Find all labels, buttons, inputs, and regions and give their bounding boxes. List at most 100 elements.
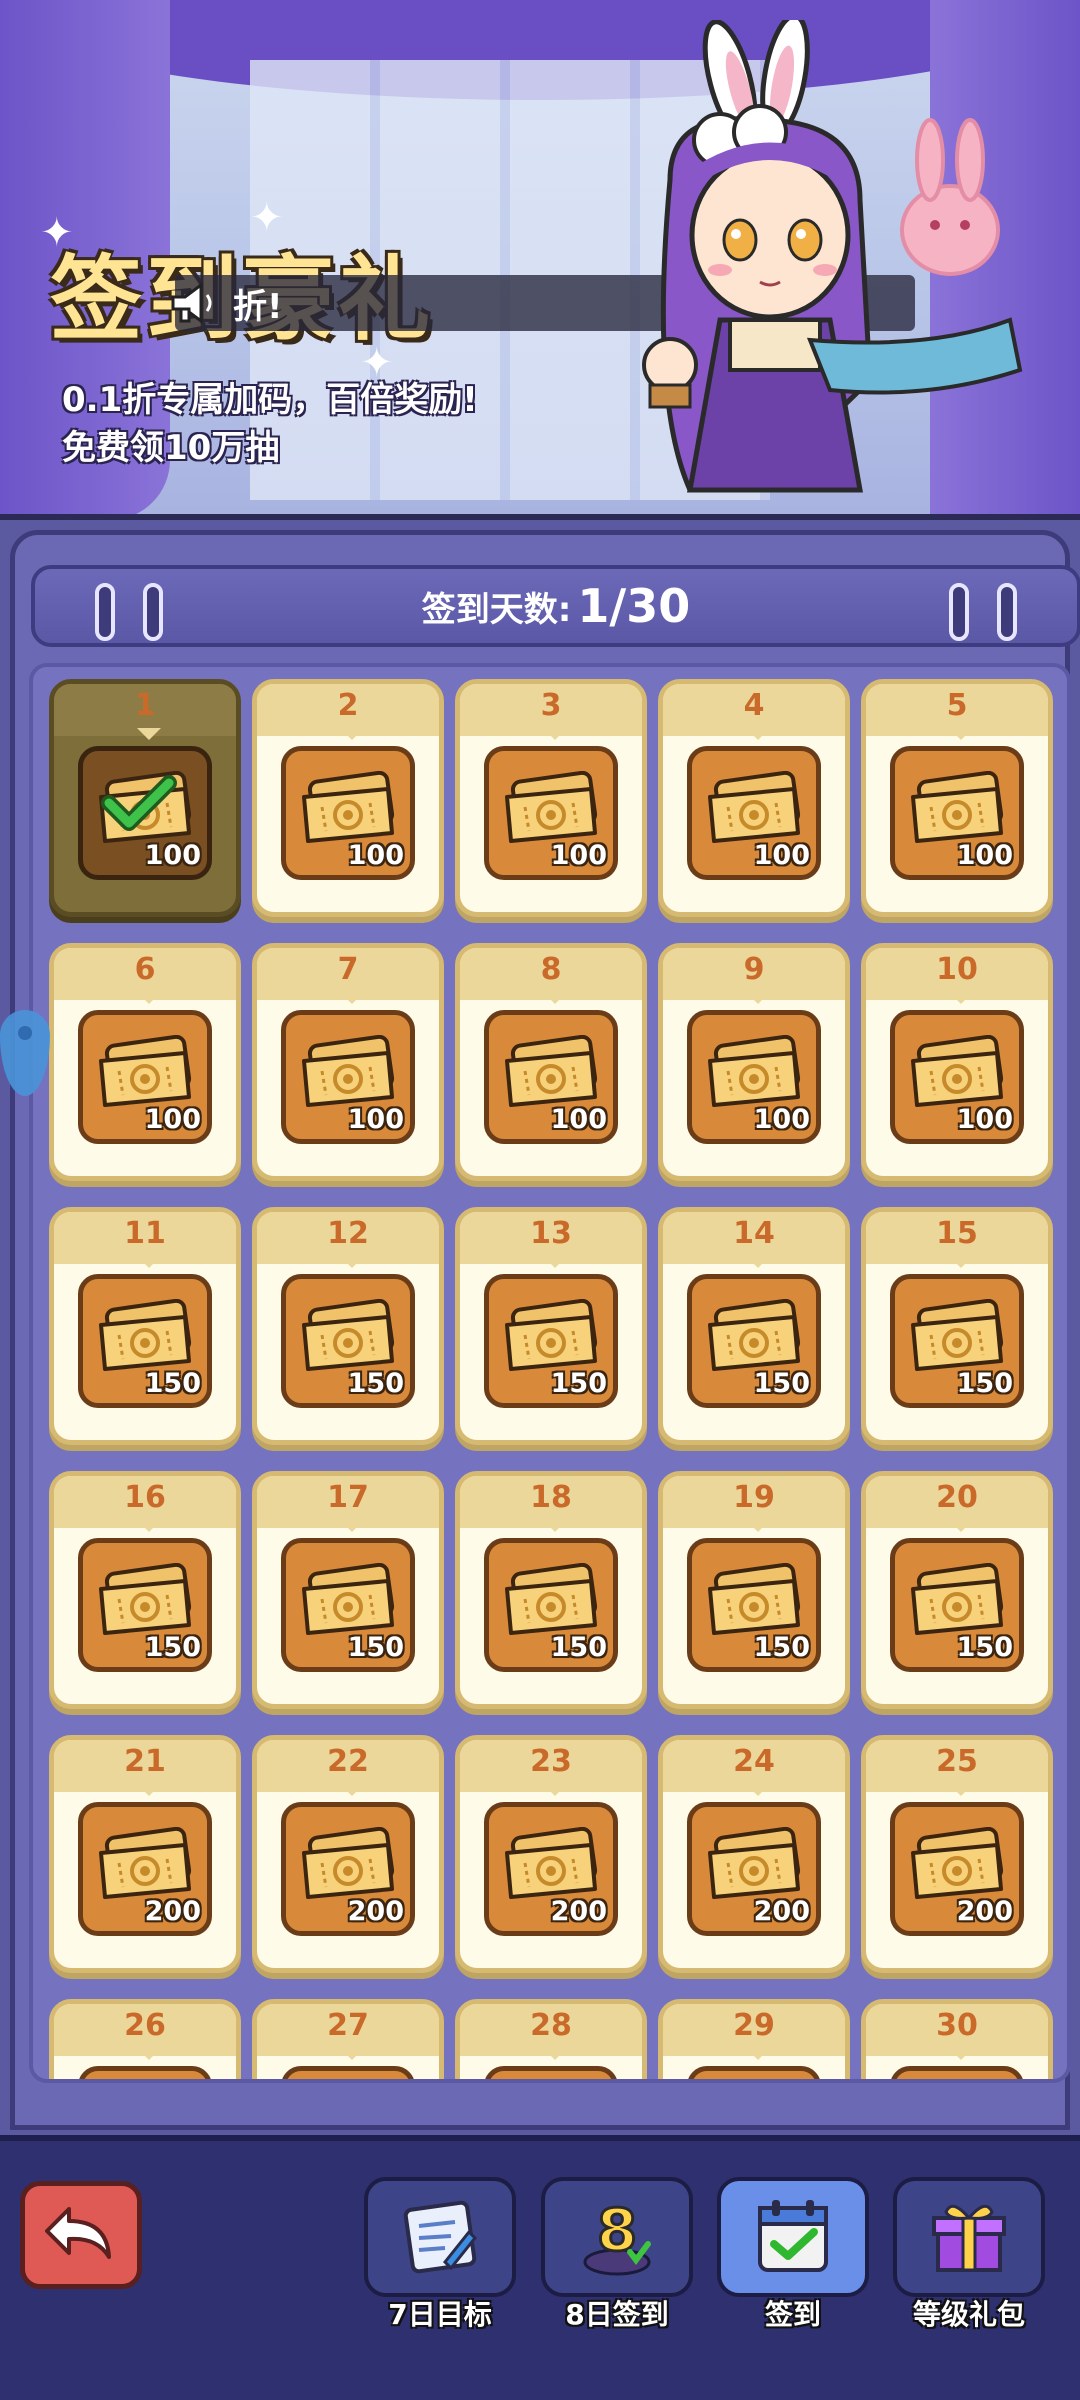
day-cell-25[interactable]: 25 200 [861, 1735, 1053, 1973]
reward-quantity: 150 [753, 1368, 810, 1399]
ticket-icon [702, 1298, 812, 1379]
ticket-icon [702, 1826, 812, 1907]
day-cell-notch [137, 728, 161, 740]
day-cell-15[interactable]: 15 150 [861, 1207, 1053, 1445]
binder-ring [143, 583, 163, 641]
back-arrow-icon [45, 2207, 111, 2259]
day-number: 25 [936, 1744, 978, 1779]
day-cell-23[interactable]: 23 200 [455, 1735, 647, 1973]
day-number: 2 [337, 688, 359, 723]
day-cell-notch [340, 1256, 364, 1268]
nav-7-day-goal-button[interactable] [364, 2177, 516, 2297]
day-cell-28[interactable]: 28 [455, 1999, 647, 2079]
reward-box: 100 [687, 1010, 821, 1144]
day-cell-18[interactable]: 18 150 [455, 1471, 647, 1709]
day-cell-7[interactable]: 7 100 [252, 943, 444, 1181]
day-cell-30[interactable]: 30 [861, 1999, 1053, 2079]
day-cell-26[interactable]: 26 [49, 1999, 241, 2079]
reward-box [484, 2066, 618, 2079]
day-number: 18 [530, 1480, 572, 1515]
day-cell-29[interactable]: 29 [658, 1999, 850, 2079]
day-cell-13[interactable]: 13 150 [455, 1207, 647, 1445]
day-cell-12[interactable]: 12 150 [252, 1207, 444, 1445]
day-number: 22 [327, 1744, 369, 1779]
nav-8-day-checkin-button[interactable]: 8 [541, 2177, 693, 2297]
reward-box: 150 [890, 1538, 1024, 1672]
reward-quantity: 200 [550, 1896, 607, 1927]
discount-text: 折! [233, 286, 283, 327]
reward-quantity: 100 [550, 1104, 607, 1135]
day-cell-notch [543, 992, 567, 1004]
ticket-icon [499, 1826, 609, 1907]
check-in-header: 签到天数: 1/30 [31, 565, 1080, 647]
reward-box [687, 2066, 821, 2079]
check-in-days-count: 1/30 [577, 579, 691, 633]
day-cell-5[interactable]: 5 100 [861, 679, 1053, 917]
reward-box: 150 [687, 1274, 821, 1408]
day-cell-14[interactable]: 14 150 [658, 1207, 850, 1445]
day-cell-19[interactable]: 19 150 [658, 1471, 850, 1709]
reward-quantity: 100 [347, 840, 404, 871]
ticket-icon [296, 1562, 406, 1643]
banner-subtitle-2: 免费领10万抽 [62, 428, 280, 468]
reward-box: 100 [281, 746, 415, 880]
reward-quantity: 100 [956, 840, 1013, 871]
binder-ring [95, 583, 115, 641]
day-number: 27 [327, 2008, 369, 2043]
day-cell-notch [746, 1520, 770, 1532]
day-cell-notch [137, 1784, 161, 1796]
day-cell-22[interactable]: 22 200 [252, 1735, 444, 1973]
ticket-icon [93, 1826, 203, 1907]
back-button[interactable] [20, 2181, 142, 2289]
reward-box [78, 2066, 212, 2079]
day-cell-1[interactable]: 1 100 [49, 679, 241, 917]
day-cell-27[interactable]: 27 [252, 1999, 444, 2079]
day-cell-notch [543, 1520, 567, 1532]
reward-quantity: 100 [144, 1104, 201, 1135]
reward-quantity: 150 [550, 1632, 607, 1663]
day-cell-notch [543, 1784, 567, 1796]
bunny-girl-character-illustration [642, 20, 1023, 493]
nav-checkin-button[interactable] [717, 2177, 869, 2297]
reward-box: 100 [890, 1010, 1024, 1144]
reward-box: 150 [687, 1538, 821, 1672]
day-number: 21 [124, 1744, 166, 1779]
day-cell-8[interactable]: 8 100 [455, 943, 647, 1181]
reward-quantity: 200 [144, 1896, 201, 1927]
day-cell-9[interactable]: 9 100 [658, 943, 850, 1181]
day-cell-17[interactable]: 17 150 [252, 1471, 444, 1709]
bottom-nav: 7日目标 8 8日签到 签到 等级礼包 [0, 2135, 1080, 2400]
day-cell-20[interactable]: 20 150 [861, 1471, 1053, 1709]
reward-box: 150 [484, 1274, 618, 1408]
day-cell-11[interactable]: 11 150 [49, 1207, 241, 1445]
ticket-icon [499, 1034, 609, 1115]
day-cell-10[interactable]: 10 100 [861, 943, 1053, 1181]
day-number: 7 [337, 952, 359, 987]
reward-quantity: 150 [347, 1632, 404, 1663]
reward-box: 200 [890, 1802, 1024, 1936]
number-8-badge-icon: 8 [583, 2195, 651, 2276]
day-cell-2[interactable]: 2 100 [252, 679, 444, 917]
check-icon [101, 773, 177, 833]
day-number: 30 [936, 2008, 978, 2043]
day-cell-6[interactable]: 6 100 [49, 943, 241, 1181]
day-number: 16 [124, 1480, 166, 1515]
nav-level-gift-button[interactable] [893, 2177, 1045, 2297]
ticket-icon [499, 1562, 609, 1643]
reward-quantity: 100 [550, 840, 607, 871]
ticket-icon [296, 1034, 406, 1115]
reward-box: 200 [78, 1802, 212, 1936]
day-cell-4[interactable]: 4 100 [658, 679, 850, 917]
reward-quantity: 200 [347, 1896, 404, 1927]
reward-quantity: 150 [956, 1632, 1013, 1663]
day-cell-21[interactable]: 21 200 [49, 1735, 241, 1973]
reward-quantity: 150 [144, 1368, 201, 1399]
day-number: 28 [530, 2008, 572, 2043]
calendar-check-icon [758, 2200, 828, 2272]
day-cell-24[interactable]: 24 200 [658, 1735, 850, 1973]
day-cell-3[interactable]: 3 100 [455, 679, 647, 917]
day-cell-16[interactable]: 16 150 [49, 1471, 241, 1709]
day-number: 24 [733, 1744, 775, 1779]
reward-quantity: 200 [956, 1896, 1013, 1927]
reward-quantity: 150 [144, 1632, 201, 1663]
